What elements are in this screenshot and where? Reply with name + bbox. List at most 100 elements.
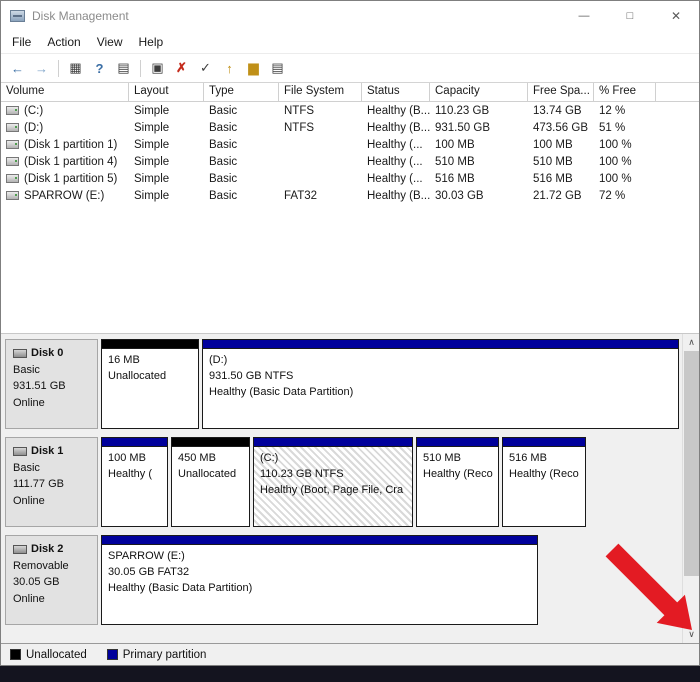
mark-partition-active-icon[interactable]: ✓ [194,57,217,79]
disk-header[interactable]: Disk 0 Basic 931.51 GB Online [5,339,98,429]
partition-line1: 16 MB [108,354,140,366]
volume-free: 100 MB [533,138,573,151]
partition-system[interactable]: 100 MB Healthy ( [101,437,168,527]
volume-fs: NTFS [284,121,315,134]
forward-icon[interactable]: → [30,57,53,79]
column-header-volume[interactable]: Volume [1,83,129,101]
scroll-down-icon[interactable]: ∨ [683,626,699,643]
column-header-status[interactable]: Status [362,83,430,101]
disk-management-window: Disk Management — □ ✕ File Action View H… [0,0,700,666]
volume-type: Basic [209,104,238,117]
partition-color-bar [102,340,198,349]
partition-strip: SPARROW (E:) 30.05 GB FAT32 Healthy (Bas… [101,535,679,625]
volume-row[interactable]: SPARROW (E:) Simple Basic FAT32 Healthy … [1,187,699,204]
disk-header[interactable]: Disk 1 Basic 111.77 GB Online [5,437,98,527]
menu-bar: File Action View Help [1,31,699,53]
extend-volume-icon[interactable]: ↑ [218,57,241,79]
partition-d[interactable]: (D:) 931.50 GB NTFS Healthy (Basic Data … [202,339,679,429]
column-header-free-space[interactable]: Free Spa... [528,83,594,101]
disk-status: Online [13,396,45,409]
partition-c-selected[interactable]: (C:) 110.23 GB NTFS Healthy (Boot, Page … [253,437,413,527]
open-folder-icon[interactable]: ▆ [242,57,265,79]
volume-status: Healthy (... [367,138,423,151]
column-header-type[interactable]: Type [204,83,279,101]
volume-name: (D:) [24,121,44,134]
legend-label: Primary partition [122,648,207,661]
scroll-up-icon[interactable]: ∧ [683,334,699,351]
legend-item-unallocated: Unallocated [10,649,87,661]
disk-header[interactable]: Disk 2 Removable 30.05 GB Online [5,535,98,625]
menu-file[interactable]: File [4,32,39,52]
partition-color-bar [417,438,498,447]
volume-row[interactable]: (Disk 1 partition 4) Simple Basic Health… [1,153,699,170]
menu-help[interactable]: Help [131,32,172,52]
disk-row-1: Disk 1 Basic 111.77 GB Online 100 MB Hea… [5,437,679,527]
volume-status: Healthy (... [367,172,423,185]
partition-line3: Healthy (Basic Data Partition) [108,581,253,594]
volume-pct-free: 51 % [599,121,626,134]
column-header-file-system[interactable]: File System [279,83,362,101]
partition-color-bar [503,438,585,447]
partition-sparrow[interactable]: SPARROW (E:) 30.05 GB FAT32 Healthy (Bas… [101,535,538,625]
partition-line2: Healthy (Reco [509,467,579,480]
column-header-pct-free[interactable]: % Free [594,83,656,101]
minimize-button[interactable]: — [561,1,607,31]
volume-layout: Simple [134,138,170,151]
volume-list-pane: Volume Layout Type File System Status Ca… [1,83,699,333]
scrollbar-thumb[interactable] [684,351,699,576]
menu-view[interactable]: View [89,32,131,52]
volume-row[interactable]: (Disk 1 partition 5) Simple Basic Health… [1,170,699,187]
volume-row[interactable]: (D:) Simple Basic NTFS Healthy (B... 931… [1,119,699,136]
volume-status: Healthy (B... [367,189,430,202]
volume-status: Healthy (B... [367,121,430,134]
volume-free: 13.74 GB [533,104,582,117]
volume-name: SPARROW (E:) [24,189,105,202]
partition-unallocated[interactable]: 450 MB Unallocated [171,437,250,527]
volume-layout: Simple [134,104,170,117]
volume-free: 510 MB [533,155,573,168]
volume-free: 473.56 GB [533,121,588,134]
volume-layout: Simple [134,121,170,134]
partition-line1: 100 MB [108,452,146,464]
volume-icon [6,157,19,166]
partition-line2: 30.05 GB FAT32 [108,565,190,578]
partition-line2: 931.50 GB NTFS [209,369,294,382]
column-header-capacity[interactable]: Capacity [430,83,528,101]
delete-volume-icon[interactable]: ✗ [170,57,193,79]
partition-color-bar [172,438,249,447]
volume-free: 516 MB [533,172,573,185]
disk-graph-pane: Disk 0 Basic 931.51 GB Online 16 MB Unal… [1,333,699,643]
volume-name: (C:) [24,104,44,117]
app-icon [10,10,25,22]
window-title: Disk Management [32,9,129,23]
column-header-layout[interactable]: Layout [129,83,204,101]
volume-row[interactable]: (Disk 1 partition 1) Simple Basic Health… [1,136,699,153]
vertical-scrollbar[interactable]: ∧ ∨ [682,334,699,643]
primary-partition-swatch-icon [106,649,118,660]
partition-line1: 516 MB [509,452,547,464]
close-button[interactable]: ✕ [653,1,699,31]
partition-strip: 100 MB Healthy ( 450 MB Unallocated (C:)… [101,437,679,527]
help-icon[interactable]: ? [88,57,111,79]
partition-color-bar [102,438,167,447]
partition-recovery-2[interactable]: 516 MB Healthy (Reco [502,437,586,527]
maximize-button[interactable]: □ [607,1,653,31]
partition-unallocated[interactable]: 16 MB Unallocated [101,339,199,429]
partition-line1: (D:) [209,354,228,366]
export-list-icon[interactable]: ▤ [112,57,135,79]
partition-line2: Unallocated [178,467,237,480]
partition-recovery-1[interactable]: 510 MB Healthy (Reco [416,437,499,527]
show-console-tree-icon[interactable]: ▦ [64,57,87,79]
attributes-icon[interactable]: ▤ [266,57,289,79]
menu-action[interactable]: Action [39,32,88,52]
partition-strip: 16 MB Unallocated (D:) 931.50 GB NTFS He… [101,339,679,429]
volume-row[interactable]: (C:) Simple Basic NTFS Healthy (B... 110… [1,102,699,119]
title-bar: Disk Management — □ ✕ [1,1,699,31]
partition-line2: Unallocated [108,369,167,382]
properties-icon[interactable]: ▣ [146,57,169,79]
back-icon[interactable]: ← [6,57,29,79]
toolbar-separator [58,59,59,77]
partition-line3: Healthy (Basic Data Partition) [209,385,354,398]
disk-kind: Removable [13,559,69,572]
disk-area: Disk 0 Basic 931.51 GB Online 16 MB Unal… [1,334,682,643]
